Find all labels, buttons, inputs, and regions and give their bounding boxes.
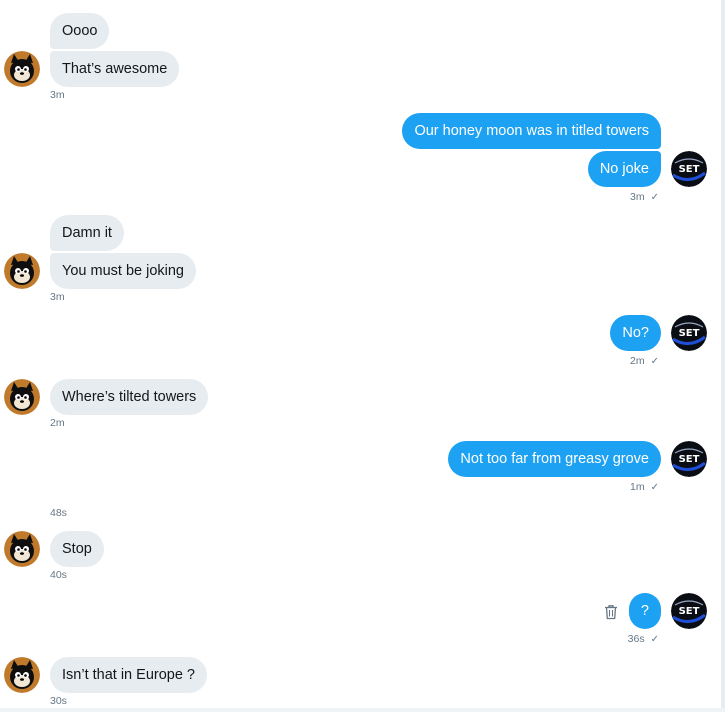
message-timestamp: 36s <box>627 633 645 645</box>
message-status: 2m ✓ <box>630 355 659 367</box>
svg-text:SET: SET <box>679 164 700 175</box>
check-icon: ✓ <box>650 192 659 203</box>
message-timestamp: 40s <box>50 569 67 581</box>
incoming-message-bubble[interactable]: You must be joking <box>50 253 196 289</box>
cartoon-cat-avatar-icon <box>4 51 40 87</box>
bottom-divider <box>0 708 725 712</box>
outgoing-message-bubble[interactable]: ? <box>628 593 661 629</box>
message-timestamp: 3m <box>50 291 65 303</box>
svg-text:SET: SET <box>679 454 700 465</box>
contact-avatar[interactable] <box>4 379 40 415</box>
scrollbar-track[interactable] <box>721 0 725 712</box>
message-timestamp: 1m <box>630 481 645 493</box>
contact-avatar[interactable] <box>4 657 40 693</box>
outgoing-message-bubble[interactable]: Not too far from greasy grove <box>448 441 661 477</box>
message-timestamp: 3m <box>50 89 65 101</box>
message-timestamp: 3m <box>630 191 645 203</box>
incoming-message-bubble[interactable]: Isn’t that in Europe ? <box>50 657 207 693</box>
incoming-message-bubble[interactable]: That’s awesome <box>50 51 180 87</box>
outgoing-message-bubble[interactable]: No joke <box>587 151 661 187</box>
trash-icon[interactable] <box>604 604 618 620</box>
outgoing-message-bubble[interactable]: Our honey moon was in titled towers <box>402 113 661 149</box>
incoming-message-bubble[interactable]: Oooo <box>50 13 110 49</box>
own-avatar[interactable]: SET <box>671 151 707 187</box>
incoming-message-bubble[interactable]: Stop <box>50 531 104 567</box>
set-logo-avatar-icon: SET <box>671 315 707 351</box>
set-logo-avatar-icon: SET <box>671 151 707 187</box>
cartoon-cat-avatar-icon <box>4 531 40 567</box>
svg-text:SET: SET <box>679 606 700 617</box>
cartoon-cat-avatar-icon <box>4 379 40 415</box>
incoming-message-bubble[interactable]: Where’s tilted towers <box>50 379 209 415</box>
contact-avatar[interactable] <box>4 51 40 87</box>
check-icon: ✓ <box>650 482 659 493</box>
contact-avatar[interactable] <box>4 253 40 289</box>
svg-text:SET: SET <box>679 328 700 339</box>
check-icon: ✓ <box>650 634 659 645</box>
cartoon-cat-avatar-icon <box>4 253 40 289</box>
cartoon-cat-avatar-icon <box>4 657 40 693</box>
set-logo-avatar-icon: SET <box>671 441 707 477</box>
set-logo-avatar-icon: SET <box>671 593 707 629</box>
incoming-message-bubble[interactable]: Damn it <box>50 215 124 251</box>
check-icon: ✓ <box>650 356 659 367</box>
message-status: 1m ✓ <box>630 481 659 493</box>
message-timestamp: 2m <box>630 355 645 367</box>
message-thread: Oooo That’s awesome 3m Our honey moon wa… <box>0 0 725 712</box>
own-avatar[interactable]: SET <box>671 593 707 629</box>
outgoing-message-bubble[interactable]: No? <box>610 315 661 351</box>
own-avatar[interactable]: SET <box>671 315 707 351</box>
message-timestamp: 2m <box>50 417 65 429</box>
contact-avatar[interactable] <box>4 531 40 567</box>
message-status: 36s ✓ <box>628 633 659 645</box>
message-timestamp: 48s <box>50 507 67 519</box>
own-avatar[interactable]: SET <box>671 441 707 477</box>
message-status: 3m ✓ <box>630 191 659 203</box>
message-timestamp: 30s <box>50 695 67 707</box>
